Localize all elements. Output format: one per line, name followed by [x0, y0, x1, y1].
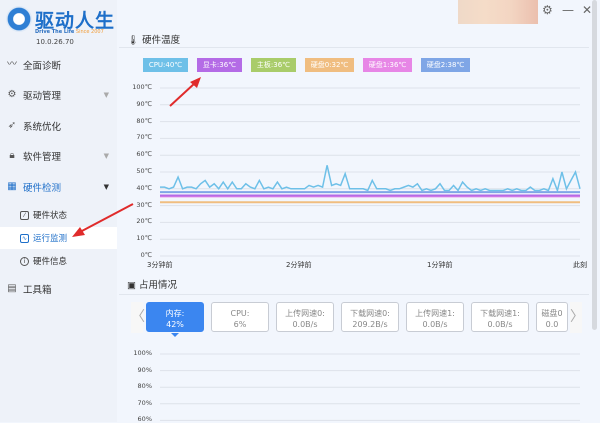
usage-card-label: 内存:: [147, 308, 203, 319]
usage-card-label: 上传网速0:: [277, 308, 333, 319]
usage-card-label: CPU:: [212, 308, 268, 319]
usage-y-tick-label: 70%: [122, 399, 152, 407]
usage-y-tick-label: 80%: [122, 382, 152, 390]
usage-section-title: ▣ 占用情况: [127, 277, 177, 291]
usage-card[interactable]: CPU:6%: [211, 302, 269, 332]
usage-card[interactable]: 磁盘00.0: [536, 302, 568, 332]
active-card-pointer: [171, 333, 179, 337]
usage-card-label: 下载网速0:: [342, 308, 398, 319]
usage-card[interactable]: 上传网速1:0.0B/s: [406, 302, 464, 332]
scroll-right-button[interactable]: 〉: [570, 302, 582, 333]
usage-card-label: 磁盘0: [537, 308, 567, 319]
usage-card-label: 上传网速1:: [407, 308, 463, 319]
usage-card-value: 0.0B/s: [407, 319, 463, 330]
usage-card[interactable]: 上传网速0:0.0B/s: [276, 302, 334, 332]
divider: [119, 294, 589, 295]
usage-icon: ▣: [127, 280, 136, 291]
series-line-CPU: [160, 165, 580, 190]
usage-card[interactable]: 下载网速0:209.2B/s: [341, 302, 399, 332]
usage-card[interactable]: 下载网速1:0.0B/s: [471, 302, 529, 332]
usage-card-value: 0.0: [537, 319, 567, 330]
usage-y-tick-label: 90%: [122, 366, 152, 374]
temperature-chart: [0, 0, 600, 422]
usage-card-label: 下载网速1:: [472, 308, 528, 319]
usage-y-tick-label: 100%: [122, 349, 152, 357]
usage-card-value: 0.0B/s: [277, 319, 333, 330]
usage-card-value: 209.2B/s: [342, 319, 398, 330]
usage-card-value: 6%: [212, 319, 268, 330]
usage-card-value: 42%: [147, 319, 203, 330]
usage-card[interactable]: 内存:42%: [146, 302, 204, 332]
scroll-left-button[interactable]: 〈: [131, 302, 143, 333]
usage-card-value: 0.0B/s: [472, 319, 528, 330]
